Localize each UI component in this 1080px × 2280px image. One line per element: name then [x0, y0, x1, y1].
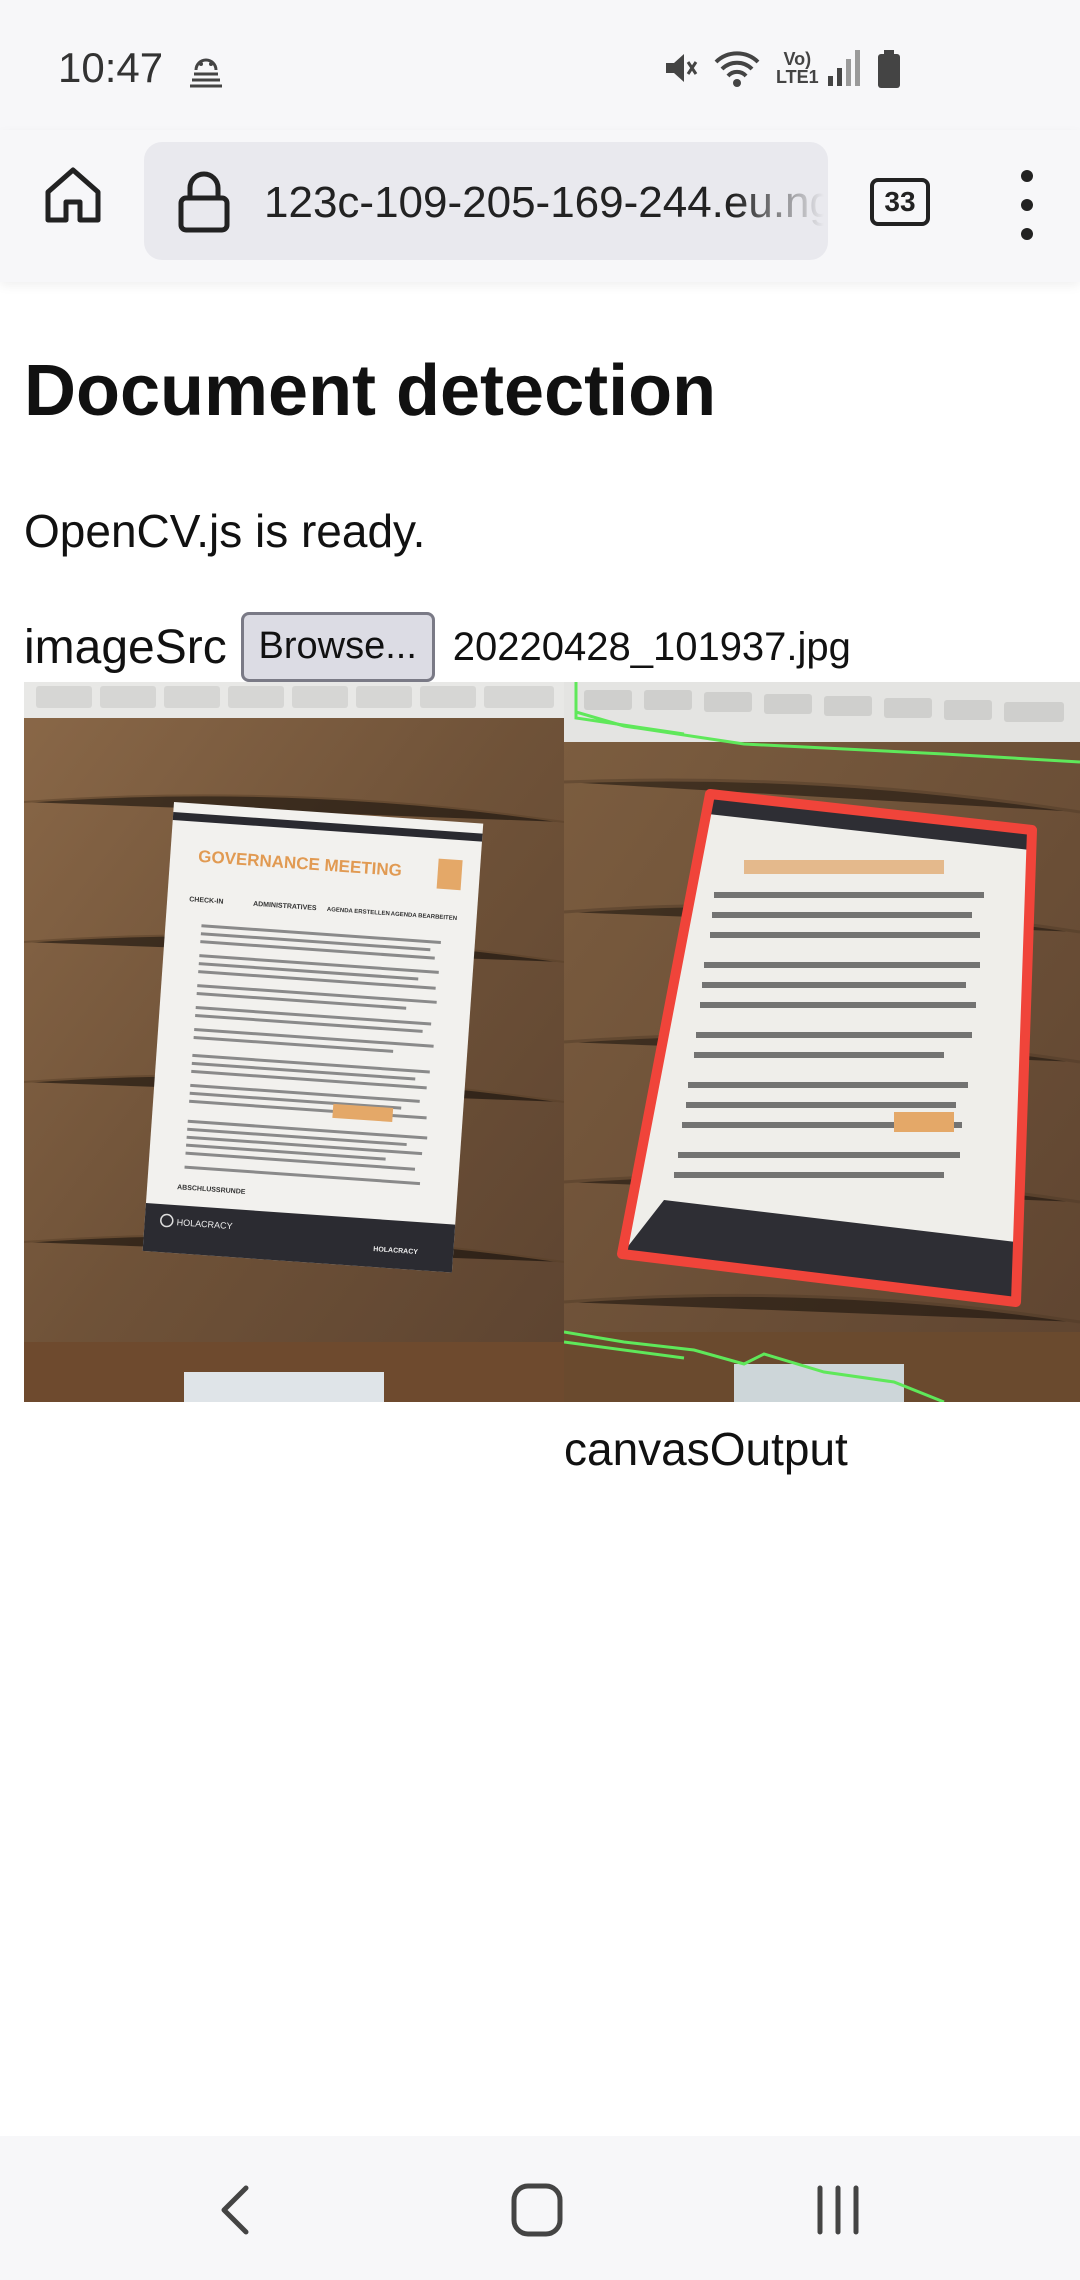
- recent-apps-icon[interactable]: [812, 2180, 864, 2240]
- canvas-output-image: [564, 682, 1080, 1402]
- browse-button[interactable]: Browse...: [240, 612, 435, 682]
- url-bar[interactable]: 123c-109-205-169-244.eu.ngrok.io: [144, 142, 828, 260]
- volte-label-top: Vo): [783, 49, 812, 69]
- home-nav-icon[interactable]: [508, 2180, 568, 2240]
- url-text[interactable]: 123c-109-205-169-244.eu.ngrok.io: [264, 178, 824, 228]
- page-title: Document detection: [24, 351, 717, 431]
- battery-icon: [878, 50, 900, 88]
- overflow-menu-icon[interactable]: [1010, 170, 1044, 240]
- lock-icon: [178, 171, 230, 233]
- file-input-row: imageSrc Browse... 20220428_101937.jpg: [24, 612, 851, 682]
- status-message: OpenCV.js is ready.: [24, 505, 426, 557]
- home-icon[interactable]: [40, 162, 106, 228]
- signal-icon: [828, 50, 860, 86]
- navigation-bar: [0, 2136, 1080, 2280]
- canvas-output: [564, 682, 1080, 1402]
- canvas-output-label: canvasOutput: [564, 1423, 848, 1475]
- wifi-icon: [714, 51, 760, 87]
- tab-count-button[interactable]: 33: [870, 178, 930, 226]
- source-photo: GOVERNANCE MEETING CHECK-IN ADMINISTRATI…: [24, 682, 564, 1402]
- volte-icon: Vo) LTE1: [776, 50, 819, 86]
- document-paper: GOVERNANCE MEETING CHECK-IN ADMINISTRATI…: [142, 801, 484, 1273]
- image-src-label: imageSrc: [24, 620, 227, 674]
- sync-icon: [190, 58, 222, 88]
- mute-icon: [666, 54, 698, 82]
- status-bar: 10:47 Vo) LTE1: [0, 0, 1080, 140]
- image-src: GOVERNANCE MEETING CHECK-IN ADMINISTRATI…: [24, 682, 564, 1402]
- back-icon[interactable]: [210, 2180, 260, 2240]
- status-time: 10:47: [58, 44, 164, 91]
- volte-label-bottom: LTE1: [776, 67, 819, 87]
- browser-toolbar: 123c-109-205-169-244.eu.ngrok.io 33: [0, 130, 1080, 282]
- selected-file-name: 20220428_101937.jpg: [452, 624, 851, 669]
